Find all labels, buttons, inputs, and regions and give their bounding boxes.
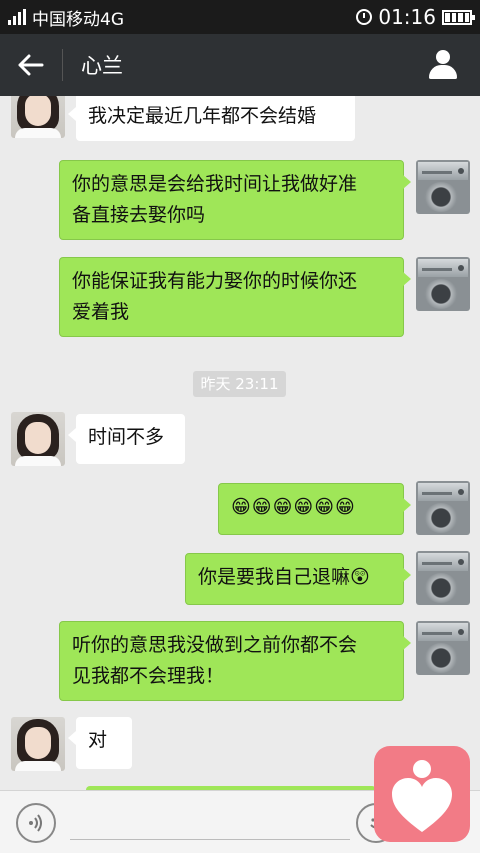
- status-time: 01:16: [378, 5, 436, 29]
- arrow-left-icon: [18, 54, 44, 76]
- status-bar: 中国移动4G 01:16: [0, 0, 480, 34]
- carrier-label: 中国移动4G: [32, 9, 124, 30]
- alarm-icon: [356, 9, 373, 25]
- message-bubble-outgoing[interactable]: 听你的意思我没做到之前你都不会 见我都不会理我！: [59, 621, 411, 701]
- my-avatar[interactable]: [416, 160, 470, 214]
- contact-avatar[interactable]: [11, 717, 65, 771]
- voice-icon: [29, 814, 42, 832]
- contact-avatar[interactable]: [11, 412, 65, 466]
- back-button[interactable]: [0, 34, 62, 96]
- my-avatar[interactable]: [416, 621, 470, 675]
- message-bubble-outgoing[interactable]: 你的意思是会给我时间让我做好准 备直接去娶你吗: [59, 160, 411, 240]
- message-timestamp: 昨天 23:11: [193, 371, 286, 397]
- message-bubble-incoming[interactable]: 对: [68, 717, 132, 769]
- message-bubble-incoming[interactable]: 时间不多: [68, 414, 185, 464]
- message-bubble-outgoing[interactable]: 你是要我自己退嘛😲: [185, 553, 411, 605]
- message-bubble-outgoing[interactable]: 你能保证我有能力娶你的时候你还 爱着我: [59, 257, 411, 337]
- title-divider: [62, 49, 63, 81]
- signal-icon: [8, 9, 26, 25]
- message-bubble-incoming[interactable]: 我决定最近几年都不会结婚: [68, 96, 355, 141]
- contact-avatar[interactable]: [11, 96, 65, 138]
- battery-icon: [442, 9, 475, 25]
- my-avatar[interactable]: [416, 551, 470, 605]
- my-avatar[interactable]: [416, 481, 470, 535]
- chat-area[interactable]: 我决定最近几年都不会结婚 你的意思是会给我时间让我做好准 备直接去娶你吗 你能保…: [0, 96, 480, 790]
- chat-title: 心兰: [81, 54, 123, 78]
- person-icon: [436, 50, 450, 64]
- title-bar: 心兰: [0, 34, 480, 96]
- my-avatar[interactable]: [416, 257, 470, 311]
- message-input[interactable]: [70, 839, 350, 840]
- heart-icon: [392, 778, 452, 832]
- voice-button[interactable]: [16, 803, 56, 843]
- app-logo-watermark: [374, 746, 470, 842]
- message-bubble-outgoing[interactable]: 😁😁😁😁😁😁: [218, 483, 411, 535]
- profile-button[interactable]: [428, 50, 458, 80]
